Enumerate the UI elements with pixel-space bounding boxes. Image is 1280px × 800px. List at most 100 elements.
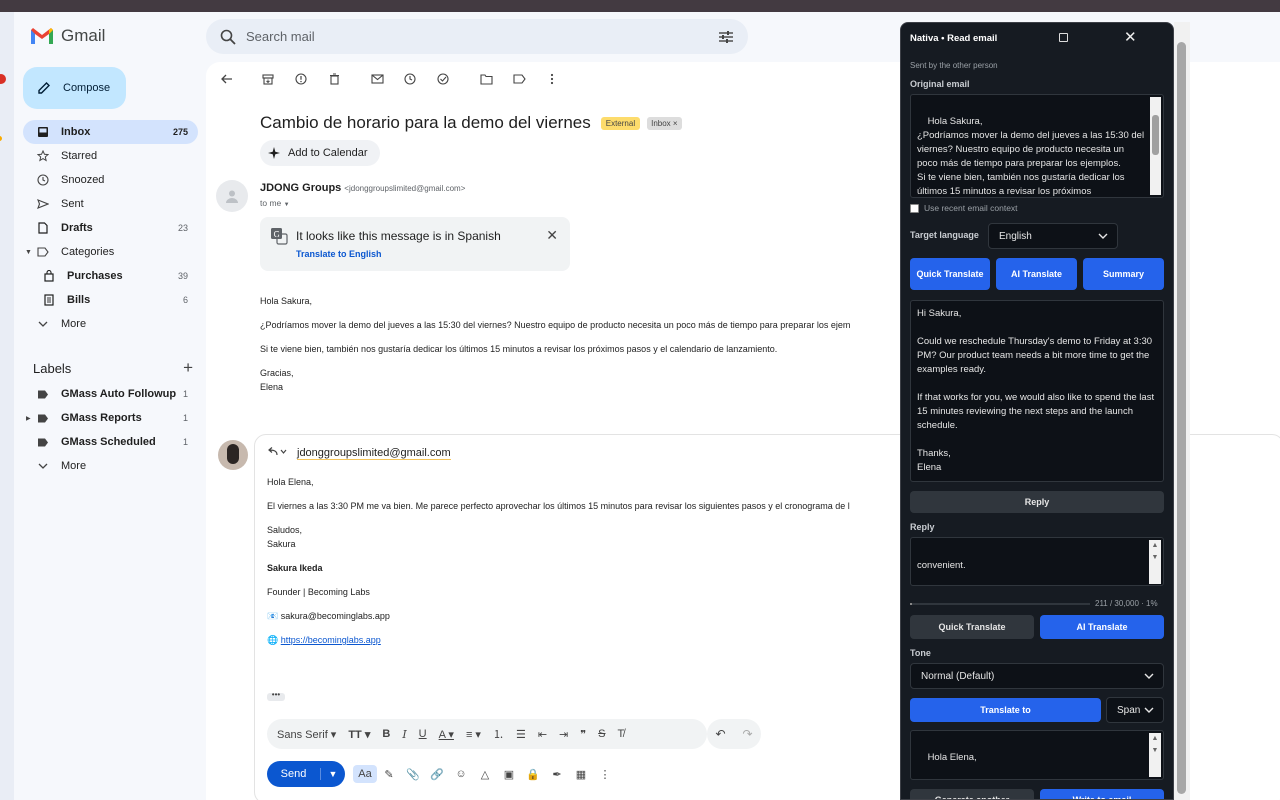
mark-unread-icon[interactable]: [366, 70, 388, 88]
drive-icon[interactable]: △: [473, 765, 497, 783]
translation-output[interactable]: Hi Sakura, Could we reschedule Thursday'…: [910, 300, 1164, 482]
output-textarea[interactable]: Hola Elena, El viernes a las 3:30 PM me …: [910, 730, 1164, 780]
remove-formatting-icon[interactable]: T̸: [618, 728, 625, 740]
align-icon[interactable]: ≡ ▾: [466, 728, 481, 741]
sidebar-item-sent[interactable]: Sent: [23, 192, 198, 216]
original-email-textarea[interactable]: Hola Sakura, ¿Podríamos mover la demo de…: [910, 94, 1164, 198]
sender-avatar[interactable]: [216, 180, 248, 212]
summary-button[interactable]: Summary: [1083, 258, 1164, 290]
trash-icon[interactable]: [323, 70, 345, 88]
maximize-icon[interactable]: [1059, 33, 1068, 42]
font-family-select[interactable]: Sans Serif ▾: [277, 728, 336, 741]
reply-scrollbar[interactable]: ▲ ▼: [1149, 540, 1161, 584]
output-scrollbar[interactable]: ▲ ▼: [1149, 733, 1161, 777]
quote-icon[interactable]: ❞: [580, 728, 586, 741]
reply-type-icon[interactable]: [267, 447, 287, 460]
reply-button[interactable]: Reply: [910, 491, 1164, 513]
search-options-icon[interactable]: [718, 30, 734, 44]
font-size-icon[interactable]: TT ▾: [348, 728, 370, 741]
redo-icon[interactable]: ↷: [742, 727, 752, 741]
indent-less-icon[interactable]: ⇤: [538, 728, 547, 741]
undo-icon[interactable]: ↶: [715, 727, 725, 741]
magic-pen-icon[interactable]: ✎: [377, 765, 401, 783]
translate-link[interactable]: Translate to English: [296, 249, 382, 259]
generate-another-button[interactable]: Generate another: [910, 789, 1034, 799]
sidebar-item-purchases[interactable]: Purchases 39: [23, 264, 198, 288]
report-spam-icon[interactable]: [290, 70, 312, 88]
send-button[interactable]: Send: [267, 768, 321, 780]
sidebar-item-snoozed[interactable]: Snoozed: [23, 168, 198, 192]
quick-translate-reply-button[interactable]: Quick Translate: [910, 615, 1034, 639]
write-to-email-button[interactable]: Write to email: [1040, 789, 1164, 799]
reply-to-address[interactable]: jdonggroupslimited@gmail.com: [297, 447, 451, 460]
text-color-icon[interactable]: A ▾: [439, 728, 454, 741]
sidebar-item-more[interactable]: More: [23, 312, 198, 336]
add-to-calendar-button[interactable]: Add to Calendar: [260, 140, 380, 166]
image-icon[interactable]: ▣: [497, 765, 521, 783]
bulleted-list-icon[interactable]: ☰: [516, 728, 526, 741]
ai-translate-button[interactable]: AI Translate: [996, 258, 1077, 290]
signature-link[interactable]: https://becominglabs.app: [281, 635, 381, 645]
more-vert-icon[interactable]: [541, 70, 563, 88]
show-trimmed-content-button[interactable]: •••: [267, 691, 285, 701]
expand-caret-icon[interactable]: ▶: [26, 415, 31, 422]
details-caret-icon[interactable]: ▼: [284, 202, 290, 208]
sidebar-item-inbox[interactable]: Inbox 275: [23, 120, 198, 144]
tone-select[interactable]: Normal (Default): [910, 663, 1164, 689]
recent-context-checkbox[interactable]: [910, 203, 919, 213]
add-label-icon[interactable]: +: [183, 358, 193, 378]
ai-translate-reply-button[interactable]: AI Translate: [1040, 615, 1164, 639]
panel-scrollbar-thumb[interactable]: [1177, 42, 1186, 794]
panel-scrollbar[interactable]: [1174, 22, 1190, 800]
label-item-gmass-auto-followup[interactable]: GMass Auto Followup 1: [23, 382, 198, 406]
label-icon[interactable]: [508, 70, 530, 88]
collapse-caret-icon[interactable]: ▼: [25, 249, 32, 256]
recipient-line[interactable]: to me ▼: [260, 198, 290, 208]
output-language-select[interactable]: Span: [1106, 697, 1164, 723]
remove-label-icon[interactable]: ×: [673, 119, 678, 128]
sender-name[interactable]: JDONG Groups: [260, 182, 341, 194]
sidebar-item-categories[interactable]: ▼ Categories: [23, 240, 198, 264]
link-icon[interactable]: 🔗: [425, 765, 449, 783]
reply-body[interactable]: Hola Elena, El viernes a las 3:30 PM me …: [267, 475, 850, 657]
signature-pen-icon[interactable]: ✒: [545, 765, 569, 783]
emoji-icon[interactable]: ☺: [449, 765, 473, 783]
back-arrow-icon[interactable]: [216, 70, 238, 88]
sidebar-item-bills[interactable]: Bills 6: [23, 288, 198, 312]
sidebar-item-drafts[interactable]: Drafts 23: [23, 216, 198, 240]
snooze-icon[interactable]: [399, 70, 421, 88]
strikethrough-icon[interactable]: S: [598, 728, 605, 740]
search-input[interactable]: Search mail: [246, 29, 718, 44]
close-icon[interactable]: ✕: [1124, 28, 1137, 46]
labels-more[interactable]: More: [23, 454, 198, 478]
target-language-select[interactable]: English: [988, 223, 1118, 249]
search-bar[interactable]: Search mail: [206, 19, 748, 54]
translate-to-button[interactable]: Translate to: [910, 698, 1101, 722]
label-item-gmass-scheduled[interactable]: GMass Scheduled 1: [23, 430, 198, 454]
confidential-lock-icon[interactable]: 🔒: [521, 765, 545, 783]
close-icon[interactable]: ✕: [546, 227, 558, 244]
add-task-icon[interactable]: [432, 70, 454, 88]
underline-icon[interactable]: U: [419, 728, 427, 740]
schedule-icon[interactable]: ▦: [569, 765, 593, 783]
inbox-label-chip[interactable]: Inbox ×: [647, 116, 682, 130]
attach-icon[interactable]: 📎: [401, 765, 425, 783]
my-avatar[interactable]: [218, 440, 248, 470]
numbered-list-icon[interactable]: ⒈: [493, 726, 504, 742]
indent-more-icon[interactable]: ⇥: [559, 728, 568, 741]
compose-button[interactable]: Compose: [23, 67, 126, 109]
textarea-scrollbar[interactable]: [1150, 97, 1161, 195]
move-to-folder-icon[interactable]: [475, 70, 497, 88]
gmail-logo[interactable]: Gmail: [30, 26, 105, 46]
archive-icon[interactable]: [257, 70, 279, 88]
formatting-options-icon[interactable]: Aa: [353, 765, 377, 783]
reply-textarea[interactable]: convenient. Best, Sakura ▲▼: [910, 537, 1164, 586]
send-options-caret-icon[interactable]: ▼: [321, 769, 345, 779]
quick-translate-button[interactable]: Quick Translate: [910, 258, 990, 290]
italic-icon[interactable]: I: [402, 728, 406, 741]
sidebar-item-starred[interactable]: Starred: [23, 144, 198, 168]
bold-icon[interactable]: B: [382, 728, 390, 740]
label-item-gmass-reports[interactable]: ▶ GMass Reports 1: [23, 406, 198, 430]
more-options-icon[interactable]: ⋮: [593, 765, 617, 783]
search-icon[interactable]: [220, 29, 236, 45]
